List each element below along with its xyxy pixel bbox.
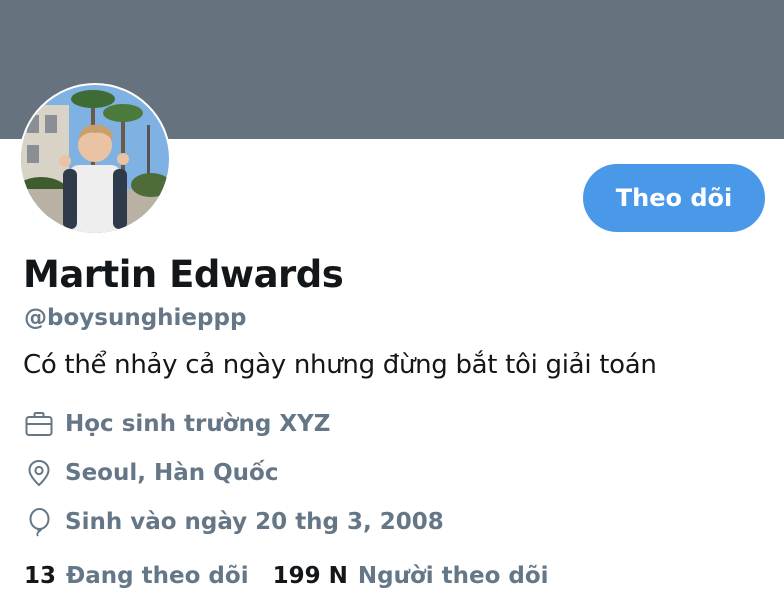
profile-name: Martin Edwards — [23, 253, 344, 296]
avatar[interactable] — [19, 83, 171, 235]
follow-button[interactable]: Theo dõi — [583, 164, 765, 232]
profile-bio: Có thể nhảy cả ngày nhưng đừng bắt tôi g… — [23, 350, 657, 380]
following-count[interactable]: 13 — [24, 563, 56, 589]
followers-link[interactable]: Người theo dõi — [358, 563, 549, 589]
birthday-text: Sinh vào ngày 20 thg 3, 2008 — [65, 509, 444, 535]
meta-location: Seoul, Hàn Quốc — [24, 458, 278, 488]
avatar-photo — [21, 85, 169, 233]
balloon-icon — [24, 507, 54, 537]
briefcase-icon — [24, 409, 54, 439]
meta-birthday: Sinh vào ngày 20 thg 3, 2008 — [24, 507, 444, 537]
profile-handle: @boysunghieppp — [24, 305, 247, 331]
followers-count[interactable]: 199 N — [273, 563, 348, 589]
meta-work: Học sinh trường XYZ — [24, 409, 330, 439]
location-text: Seoul, Hàn Quốc — [65, 460, 279, 486]
work-text: Học sinh trường XYZ — [65, 411, 331, 437]
following-link[interactable]: Đang theo dõi — [66, 563, 249, 589]
location-pin-icon — [24, 458, 54, 488]
profile-stats: 13 Đang theo dõi 199 N Người theo dõi — [24, 563, 549, 589]
